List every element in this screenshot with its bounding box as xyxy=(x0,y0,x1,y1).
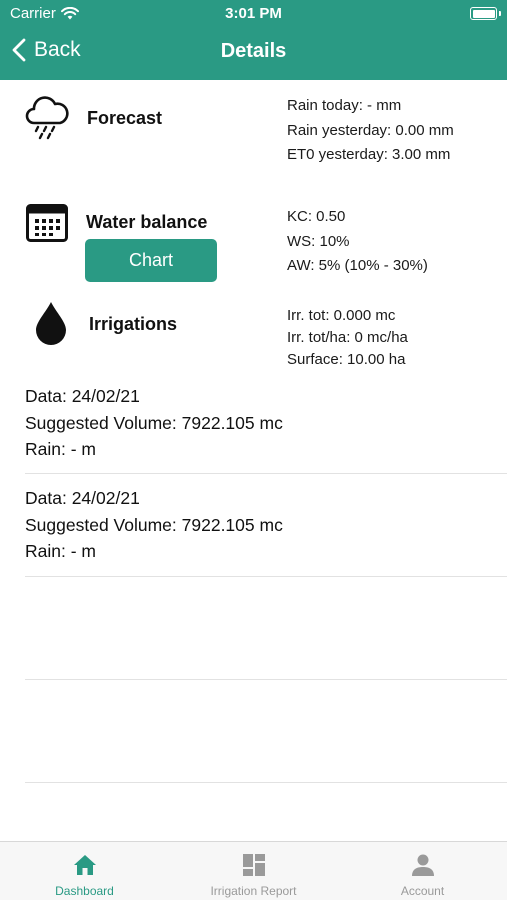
record-volume: Suggested Volume: 7922.105 mc xyxy=(25,412,283,433)
surface: Surface: 10.00 ha xyxy=(287,351,406,368)
header: Carrier 3:01 PM Back Details xyxy=(0,0,507,80)
tab-irrigation-report[interactable]: Irrigation Report xyxy=(169,842,338,900)
back-label: Back xyxy=(34,38,81,61)
battery-icon xyxy=(470,7,501,20)
chevron-left-icon xyxy=(12,38,26,62)
tab-account[interactable]: Account xyxy=(338,842,507,900)
grid-icon xyxy=(242,854,265,876)
ws-value: WS: 10% xyxy=(287,232,350,250)
aw-value: AW: 5% (10% - 30%) xyxy=(287,257,428,274)
irrigations-title: Irrigations xyxy=(89,314,178,334)
tab-label: Dashboard xyxy=(55,884,114,898)
status-bar: Carrier 3:01 PM xyxy=(0,0,507,28)
calendar-icon xyxy=(26,204,68,242)
irrigations-info: Irr. tot: 0.000 mc Irr. tot/ha: 0 mc/ha … xyxy=(287,305,408,371)
kc-value: KC: 0.50 xyxy=(287,208,346,225)
forecast-info: Rain today: - mm Rain yesterday: 0.00 mm… xyxy=(287,94,454,168)
chart-button[interactable]: Chart xyxy=(85,239,217,282)
divider xyxy=(25,473,507,474)
record-date: Data: 24/02/21 xyxy=(25,386,140,406)
back-button[interactable]: Back xyxy=(12,38,81,62)
et0-yesterday: ET0 yesterday: 3.00 mm xyxy=(287,146,451,163)
list-item[interactable]: Data: 24/02/21 Suggested Volume: 7922.10… xyxy=(25,383,507,463)
irr-total-ha: Irr. tot/ha: 0 mc/ha xyxy=(287,329,408,346)
rain-yesterday: Rain yesterday: 0.00 mm xyxy=(287,121,454,139)
record-volume: Suggested Volume: 7922.105 mc xyxy=(25,514,283,535)
nav-bar: Back Details xyxy=(0,30,507,76)
record-rain: Rain: - m xyxy=(25,541,96,561)
divider xyxy=(25,782,507,783)
irr-total: Irr. tot: 0.000 mc xyxy=(287,307,396,324)
divider xyxy=(25,576,507,577)
record-rain: Rain: - m xyxy=(25,439,96,459)
tab-label: Account xyxy=(400,884,445,898)
forecast-title: Forecast xyxy=(87,108,163,128)
home-icon xyxy=(73,855,96,875)
tab-label: Irrigation Report xyxy=(210,884,297,898)
rain-cloud-icon xyxy=(25,96,69,140)
divider xyxy=(25,679,507,680)
water-balance-title: Water balance xyxy=(86,212,208,232)
record-date: Data: 24/02/21 xyxy=(25,488,140,508)
rain-today: Rain today: - mm xyxy=(287,97,402,114)
water-balance-info: KC: 0.50 WS: 10% AW: 5% (10% - 30%) xyxy=(287,205,428,279)
list-item[interactable]: Data: 24/02/21 Suggested Volume: 7922.10… xyxy=(25,485,507,565)
tab-bar: Dashboard Irrigation Report Account xyxy=(0,841,507,900)
clock: 3:01 PM xyxy=(225,5,282,22)
tab-dashboard[interactable]: Dashboard xyxy=(0,842,169,900)
user-icon xyxy=(411,854,434,876)
water-drop-icon xyxy=(36,302,66,345)
